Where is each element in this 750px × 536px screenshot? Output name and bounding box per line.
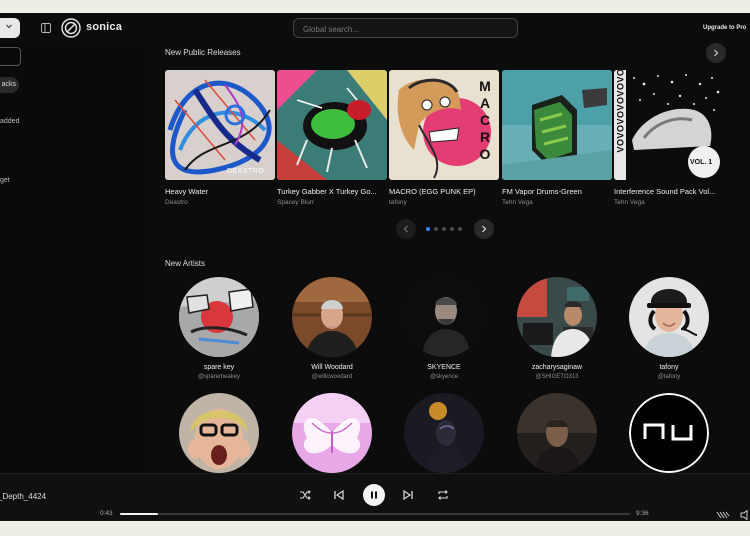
volume-icon[interactable]: [740, 510, 750, 520]
progress-fill: [120, 513, 159, 515]
release-artist[interactable]: Spacey Blurr: [277, 199, 387, 206]
release-cover[interactable]: [502, 70, 612, 180]
release-title[interactable]: MACRO (EGG PUNK EP): [389, 187, 499, 196]
avatar[interactable]: [292, 277, 372, 357]
artist-name[interactable]: SKYENCE: [394, 364, 494, 371]
sidebar-toggle-icon[interactable]: [41, 23, 51, 33]
previous-icon[interactable]: [332, 488, 346, 502]
chevron-right-icon: [714, 49, 719, 57]
avatar[interactable]: [517, 277, 597, 357]
artist-handle: @sparemeakey: [197, 374, 241, 380]
track-title[interactable]: _Depth_4424: [0, 492, 46, 501]
avatar[interactable]: [292, 393, 372, 473]
artist-handle: @skyence: [429, 374, 459, 380]
workspace-select[interactable]: [0, 18, 20, 38]
artist-name[interactable]: zacharysaginaw: [507, 364, 607, 371]
artist-name[interactable]: spare key: [169, 364, 269, 371]
release-cover-text: VOL. 1: [690, 159, 713, 166]
artist-card[interactable]: tafony @tafony: [619, 277, 719, 380]
release-cover[interactable]: MACRO: [389, 70, 499, 180]
release-title[interactable]: Heavy Water: [165, 187, 275, 196]
release-card[interactable]: FM Vapor Drums-Green Tehn Vega: [502, 70, 612, 206]
artist-card[interactable]: [282, 393, 382, 480]
avatar[interactable]: [404, 393, 484, 473]
artist-handle: @SHIGETO313: [535, 374, 579, 380]
artist-handle: @tafony: [657, 374, 681, 380]
artist-card[interactable]: spare key @sparemeakey: [169, 277, 269, 380]
pause-icon: [371, 491, 377, 499]
release-artist[interactable]: Tehn Vega: [614, 199, 724, 206]
release-artist[interactable]: Deastro: [165, 199, 275, 206]
artist-card[interactable]: zacharysaginaw @SHIGETO313: [507, 277, 607, 380]
pagination-dot[interactable]: [426, 227, 430, 231]
release-card[interactable]: MACRO MACRO (EGG PUNK EP) tafony: [389, 70, 499, 206]
repeat-icon[interactable]: [436, 488, 450, 502]
upgrade-link[interactable]: Upgrade to Pro: [703, 25, 746, 31]
artists-title: New Artists: [165, 259, 206, 268]
releases-next-top-button[interactable]: [706, 43, 726, 63]
pagination-dot[interactable]: [450, 227, 454, 231]
sidebar-item-added[interactable]: added: [0, 118, 19, 125]
releases-prev-button[interactable]: [396, 219, 416, 239]
search-input[interactable]: [294, 20, 517, 39]
avatar[interactable]: [404, 277, 484, 357]
pagination-dot[interactable]: [458, 227, 462, 231]
artist-card[interactable]: ɲ ɹ: [619, 393, 719, 480]
release-cover-text: MACRO: [479, 78, 491, 162]
artist-name[interactable]: tafony: [619, 364, 719, 371]
artist-card[interactable]: Will Woodard @willcwoodard: [282, 277, 382, 380]
release-cover-text: DEASTRO: [227, 168, 265, 175]
elapsed-time: 0:43: [100, 510, 113, 517]
avatar[interactable]: [517, 393, 597, 473]
artist-name[interactable]: Will Woodard: [282, 364, 382, 371]
sidebar: acks added get: [0, 43, 150, 473]
next-icon[interactable]: [401, 488, 415, 502]
release-card[interactable]: DEASTRO Heavy Water Deastro: [165, 70, 275, 206]
sidebar-chip-tracks[interactable]: acks: [0, 77, 19, 93]
release-card[interactable]: OΛOΛOΛOΛOΛOΛ VOL. 1 Interference Sound P…: [614, 70, 724, 206]
chevron-right-icon: [482, 225, 487, 233]
play-pause-button[interactable]: [363, 484, 385, 506]
shuffle-icon[interactable]: [298, 488, 312, 502]
pagination-dot[interactable]: [434, 227, 438, 231]
artist-logo-icon: [629, 393, 709, 473]
release-artist[interactable]: Tehn Vega: [502, 199, 612, 206]
release-cover[interactable]: DEASTRO: [165, 70, 275, 180]
artist-handle: @willcwoodard: [311, 374, 353, 380]
app-name[interactable]: sonica: [86, 21, 122, 33]
artist-card[interactable]: [169, 393, 269, 480]
releases-title: New Public Releases: [165, 48, 241, 57]
top-bar: sonica Upgrade to Pro: [0, 13, 750, 43]
sidebar-new-button[interactable]: [0, 47, 21, 66]
release-card[interactable]: Turkey Gabber X Turkey Go... Spacey Blur…: [277, 70, 387, 206]
queue-icon[interactable]: [716, 510, 730, 520]
logo-icon[interactable]: [61, 18, 81, 38]
progress-bar[interactable]: [120, 513, 630, 515]
release-title[interactable]: Turkey Gabber X Turkey Go...: [277, 187, 387, 196]
avatar[interactable]: ɲ ɹ: [629, 393, 709, 473]
player-bar: _Depth_4424 0:43 9:36: [0, 473, 750, 521]
releases-next-button[interactable]: [474, 219, 494, 239]
avatar[interactable]: [179, 393, 259, 473]
release-cover[interactable]: OΛOΛOΛOΛOΛOΛ VOL. 1: [614, 70, 724, 180]
pagination-dot[interactable]: [442, 227, 446, 231]
artist-card[interactable]: [507, 393, 607, 480]
artist-card[interactable]: [394, 393, 494, 480]
release-cover[interactable]: [277, 70, 387, 180]
release-cover-side-text: OΛOΛOΛOΛOΛOΛ: [615, 70, 625, 154]
chevron-left-icon: [403, 225, 408, 233]
chevron-down-icon: [6, 24, 12, 29]
release-title[interactable]: FM Vapor Drums-Green: [502, 187, 612, 196]
global-search[interactable]: [293, 18, 518, 39]
artist-card[interactable]: SKYENCE @skyence: [394, 277, 494, 380]
avatar[interactable]: [179, 277, 259, 357]
app-window: sonica Upgrade to Pro acks added get New…: [0, 13, 750, 521]
duration-time: 9:36: [636, 510, 649, 517]
avatar[interactable]: [629, 277, 709, 357]
release-title[interactable]: Interference Sound Pack Vol...: [614, 187, 724, 196]
sidebar-item-target[interactable]: get: [0, 177, 10, 184]
release-artist[interactable]: tafony: [389, 199, 499, 206]
